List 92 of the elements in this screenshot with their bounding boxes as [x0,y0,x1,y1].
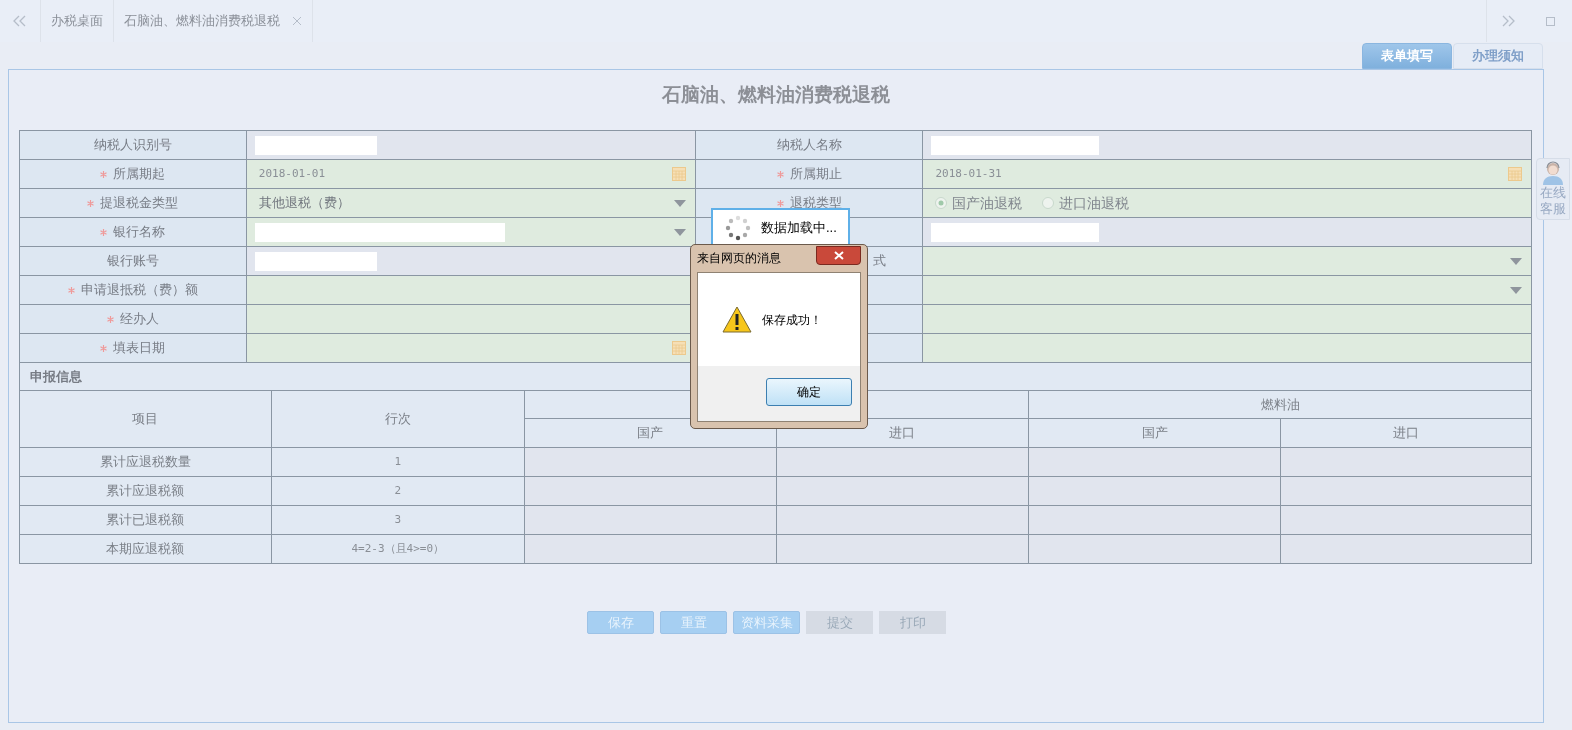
form-button[interactable]: 资料采集 [733,611,800,634]
line-number: 2 [271,476,525,506]
editable-cell[interactable] [922,304,1532,334]
field-label: 经办人 [119,310,159,329]
person-headset-icon [1542,161,1564,185]
date-value: 2018-01-31 [934,165,1002,182]
row-label: 累计应退税数量 [19,447,272,477]
calendar-icon[interactable] [671,341,686,355]
input-cell[interactable] [524,447,776,477]
field-label: 所属期止 [789,165,842,184]
section-title: 申报信息 [30,367,82,386]
input-cell[interactable] [776,534,1029,564]
row-label: 累计已退税额 [19,505,272,535]
field-label: 退税类型 [789,194,842,213]
online-service-label: 在线客服 [1540,185,1566,217]
dropdown-caret-icon[interactable] [673,199,686,207]
input-cell[interactable] [776,447,1029,477]
input-cell[interactable] [524,505,776,535]
line-number: 3 [271,505,525,535]
form-button[interactable]: 保存 [587,611,654,634]
required-asterisk-icon [776,199,784,207]
calendar-icon[interactable] [671,167,686,181]
double-left-chevron-icon [13,15,27,27]
line-number: 4=2-3（且4>=0） [271,534,525,564]
calendar-icon[interactable] [1508,167,1522,181]
column-group-header: 燃料油 [1028,390,1532,419]
editable-cell[interactable]: 国产油退税 进口油退税 [922,188,1532,218]
spinner-icon [725,214,751,241]
input-cell[interactable] [1028,505,1281,535]
input-cell[interactable] [1280,476,1532,506]
date-value: 2018-01-01 [257,165,326,182]
dropdown-caret-icon[interactable] [1510,257,1522,265]
column-header: 项目 [19,390,272,448]
radio-option[interactable]: 进口油退税 [1038,192,1130,214]
row-label: 本期应退税额 [19,534,272,564]
editable-cell[interactable] [922,246,1532,276]
field-label: 纳税人识别号 [93,136,172,155]
input-cell[interactable] [1028,534,1281,564]
dialog-title: 来自网页的消息 [697,250,782,267]
maximize-icon [1546,16,1555,26]
warning-icon [722,306,752,333]
required-asterisk-icon [100,170,108,178]
field-label: 银行名称 [113,223,166,242]
required-asterisk-icon [776,170,784,178]
radio-option[interactable]: 国产油退税 [931,192,1023,214]
field-label: 式 [873,252,887,271]
required-asterisk-icon [100,228,108,236]
input-cell[interactable] [1280,447,1532,477]
input-cell[interactable] [1280,534,1532,564]
close-icon [833,251,844,260]
required-asterisk-icon [106,315,114,323]
required-asterisk-icon [67,286,75,294]
close-icon[interactable] [292,16,302,26]
input-cell[interactable] [524,476,776,506]
required-asterisk-icon [87,199,95,207]
editable-cell[interactable] [922,333,1532,363]
field-label: 填表日期 [113,339,166,358]
editable-cell[interactable]: 其他退税（费） [246,188,696,218]
form-tab[interactable]: 表单填写 [1362,43,1452,69]
loading-text: 数据加载中... [761,218,837,237]
dropdown-caret-icon[interactable] [673,228,686,236]
required-asterisk-icon [100,344,108,352]
input-cell[interactable] [776,505,1029,535]
double-right-chevron-icon [1501,15,1515,27]
form-title: 石脑油、燃料油消费税退税 [660,83,891,107]
input-cell[interactable] [524,534,776,564]
field-label: 提退税金类型 [100,194,179,213]
field-label: 申请退抵税（费）额 [80,281,198,300]
input-cell[interactable] [1280,505,1532,535]
select-value: 其他退税（费） [257,194,350,213]
dropdown-caret-icon[interactable] [1510,286,1522,294]
editable-cell[interactable]: 2018-01-31 [922,159,1532,189]
column-header: 国产 [1028,418,1281,448]
field-label: 银行账号 [106,252,159,271]
close-button[interactable] [816,246,861,265]
form-tab[interactable]: 办理须知 [1453,43,1543,69]
input-cell[interactable] [1028,447,1281,477]
ok-button[interactable]: 确定 [766,378,852,406]
online-service-tab[interactable]: 在线客服 [1536,158,1570,220]
line-number: 1 [271,447,525,477]
input-cell[interactable] [1028,476,1281,506]
input-cell[interactable] [776,476,1029,506]
editable-cell[interactable] [922,275,1532,305]
field-label: 所属期起 [113,165,166,184]
editable-cell[interactable] [246,217,696,247]
editable-cell[interactable]: 2018-01-01 [246,159,696,189]
field-label: 纳税人名称 [776,136,842,155]
column-header: 进口 [1280,418,1532,448]
column-header: 行次 [271,390,525,448]
dialog-message: 保存成功！ [762,311,822,329]
form-button[interactable]: 重置 [660,611,727,634]
row-label: 累计应退税额 [19,476,272,506]
